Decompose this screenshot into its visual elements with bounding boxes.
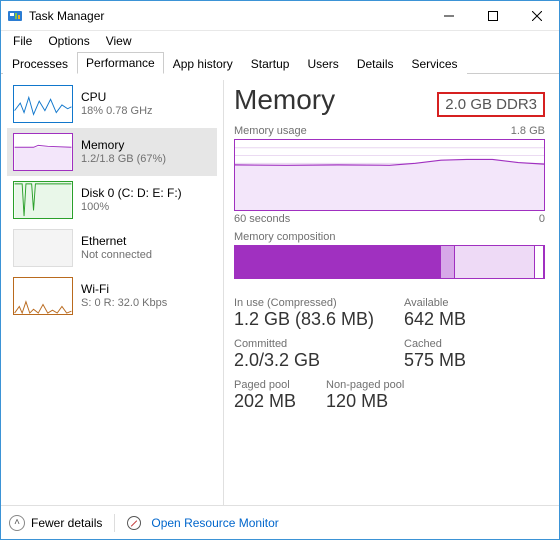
sidebar-item-disk[interactable]: Disk 0 (C: D: E: F:) 100% — [7, 176, 217, 224]
resource-monitor-icon — [127, 516, 141, 530]
composition-seg-standby — [455, 246, 536, 278]
menubar: File Options View — [1, 31, 559, 51]
sidebar-item-label: Wi-Fi — [81, 282, 167, 296]
nonpaged-value: 120 MB — [326, 391, 404, 412]
task-manager-window: Task Manager File Options View Processes… — [0, 0, 560, 540]
nonpaged-label: Non-paged pool — [326, 379, 404, 391]
footer-divider — [114, 514, 115, 532]
sidebar-item-sub: 1.2/1.8 GB (67%) — [81, 153, 166, 166]
sidebar-item-wifi[interactable]: Wi-Fi S: 0 R: 32.0 Kbps — [7, 272, 217, 320]
window-title: Task Manager — [29, 9, 427, 23]
sidebar-item-label: CPU — [81, 90, 153, 104]
memory-thumb-icon — [13, 133, 73, 171]
footer: ˄ Fewer details Open Resource Monitor — [1, 505, 559, 539]
sidebar-item-sub: S: 0 R: 32.0 Kbps — [81, 297, 167, 310]
sidebar-item-label: Disk 0 (C: D: E: F:) — [81, 186, 182, 200]
tab-services[interactable]: Services — [403, 53, 467, 74]
sidebar-item-sub: Not connected — [81, 249, 152, 262]
committed-value: 2.0/3.2 GB — [234, 350, 404, 371]
usage-chart-label: Memory usage — [234, 125, 307, 137]
composition-seg-modified — [441, 246, 455, 278]
cpu-thumb-icon — [13, 85, 73, 123]
chevron-up-icon[interactable]: ˄ — [9, 515, 25, 531]
cached-value: 575 MB — [404, 350, 524, 371]
tab-details[interactable]: Details — [348, 53, 403, 74]
sidebar-item-cpu[interactable]: CPU 18% 0.78 GHz — [7, 80, 217, 128]
ethernet-thumb-icon — [13, 229, 73, 267]
tab-app-history[interactable]: App history — [164, 53, 242, 74]
memory-usage-chart — [234, 139, 545, 211]
resource-sidebar: CPU 18% 0.78 GHz Memory 1.2/1.8 GB (67%) — [7, 80, 217, 505]
in-use-value: 1.2 GB (83.6 MB) — [234, 309, 404, 330]
memory-spec-badge: 2.0 GB DDR3 — [437, 92, 545, 117]
close-button[interactable] — [515, 1, 559, 31]
composition-seg-free — [535, 246, 544, 278]
composition-seg-in-use — [235, 246, 441, 278]
tab-startup[interactable]: Startup — [242, 53, 299, 74]
committed-label: Committed — [234, 338, 404, 350]
menu-view[interactable]: View — [98, 33, 140, 49]
minimize-button[interactable] — [427, 1, 471, 31]
cached-label: Cached — [404, 338, 524, 350]
in-use-label: In use (Compressed) — [234, 297, 404, 309]
fewer-details-link[interactable]: Fewer details — [31, 516, 102, 530]
axis-left: 60 seconds — [234, 213, 290, 225]
tab-processes[interactable]: Processes — [3, 53, 77, 74]
main-panel: Memory 2.0 GB DDR3 Memory usage 1.8 GB — [234, 80, 553, 505]
menu-file[interactable]: File — [5, 33, 40, 49]
tab-users[interactable]: Users — [298, 53, 347, 74]
maximize-button[interactable] — [471, 1, 515, 31]
page-title: Memory — [234, 84, 335, 116]
tab-performance[interactable]: Performance — [77, 52, 164, 74]
open-resource-monitor-link[interactable]: Open Resource Monitor — [151, 516, 278, 530]
available-value: 642 MB — [404, 309, 524, 330]
disk-thumb-icon — [13, 181, 73, 219]
vertical-divider — [223, 80, 224, 505]
sidebar-item-sub: 18% 0.78 GHz — [81, 105, 153, 118]
tabs: Processes Performance App history Startu… — [1, 51, 559, 74]
paged-label: Paged pool — [234, 379, 296, 391]
sidebar-item-label: Memory — [81, 138, 166, 152]
sidebar-item-sub: 100% — [81, 201, 182, 214]
usage-chart-max: 1.8 GB — [511, 125, 545, 137]
available-label: Available — [404, 297, 524, 309]
titlebar[interactable]: Task Manager — [1, 1, 559, 31]
wifi-thumb-icon — [13, 277, 73, 315]
app-icon — [7, 8, 23, 24]
composition-label: Memory composition — [234, 231, 545, 243]
sidebar-item-ethernet[interactable]: Ethernet Not connected — [7, 224, 217, 272]
memory-composition-bar — [234, 245, 545, 279]
paged-value: 202 MB — [234, 391, 296, 412]
sidebar-item-label: Ethernet — [81, 234, 152, 248]
menu-options[interactable]: Options — [40, 33, 97, 49]
axis-right: 0 — [539, 213, 545, 225]
sidebar-item-memory[interactable]: Memory 1.2/1.8 GB (67%) — [7, 128, 217, 176]
